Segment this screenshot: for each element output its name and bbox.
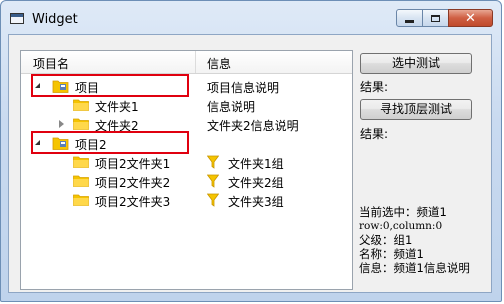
close-button[interactable]: ✕	[448, 9, 493, 27]
tree-item-name: 文件夹1	[95, 100, 139, 114]
tree-item-name: 项目2文件夹2	[95, 176, 171, 190]
caption-buttons: ✕	[396, 9, 493, 28]
tree-row-p2folder1[interactable]: 项目2文件夹1 文件夹1组	[21, 153, 352, 172]
header-info[interactable]: 信息	[207, 55, 231, 72]
header-name[interactable]: 项目名	[33, 55, 69, 72]
folder-icon	[73, 156, 89, 168]
current-selected-text: 当前选中：频道1	[359, 205, 447, 219]
tree-item-name: 项目2文件夹3	[95, 195, 171, 209]
select-test-button[interactable]: 选中测试	[360, 53, 472, 74]
folder-icon	[73, 118, 89, 130]
header-separator[interactable]	[195, 51, 196, 73]
tree-item-info: 文件夹1组	[228, 157, 284, 171]
result1-label: 结果:	[360, 80, 389, 94]
parent-text: 父级：组1	[359, 233, 413, 247]
tree-item-info: 项目信息说明	[207, 81, 280, 95]
tree-item-info: 文件夹2信息说明	[207, 119, 299, 133]
maximize-icon	[431, 14, 440, 22]
folder-icon	[73, 175, 89, 187]
highlight-box-project2	[31, 131, 189, 154]
window-title: Widget	[32, 12, 78, 27]
collapsed-arrow-icon[interactable]	[59, 120, 64, 128]
name-text: 名称：频道1	[359, 247, 424, 261]
info-text: 信息：频道1信息说明	[359, 261, 470, 275]
find-top-button[interactable]: 寻找顶层测试	[360, 99, 472, 120]
tree-row-p2folder2[interactable]: 项目2文件夹2 文件夹2组	[21, 172, 352, 191]
filter-icon	[207, 155, 222, 169]
tree-item-name: 项目2文件夹1	[95, 157, 171, 171]
folder-icon	[73, 194, 89, 206]
result2-label: 结果:	[360, 127, 389, 141]
tree-item-info: 文件夹2组	[228, 176, 284, 190]
title-bar[interactable]: Widget ✕	[1, 1, 501, 35]
tree-item-info: 信息说明	[207, 100, 256, 114]
tree-row-folder1[interactable]: 文件夹1 信息说明	[21, 96, 352, 115]
close-icon: ✕	[465, 10, 476, 26]
filter-icon	[207, 193, 222, 207]
maximize-button[interactable]	[422, 9, 449, 27]
app-icon	[10, 13, 24, 24]
minimize-button[interactable]	[396, 9, 423, 27]
row-column-text: row:0,column:0	[359, 220, 443, 232]
tree-row-p2folder3[interactable]: 项目2文件夹3 文件夹3组	[21, 191, 352, 210]
tree-widget[interactable]: 项目名 信息 项目 项目信息说明 文件夹1 信息说明 文件夹2 文件夹2信息说明	[20, 50, 353, 290]
filter-icon	[207, 174, 222, 188]
tree-item-info: 文件夹3组	[228, 195, 284, 209]
minimize-icon	[405, 19, 414, 23]
tree-header: 项目名 信息	[21, 51, 352, 74]
highlight-box-project1	[31, 74, 189, 97]
folder-icon	[73, 99, 89, 111]
